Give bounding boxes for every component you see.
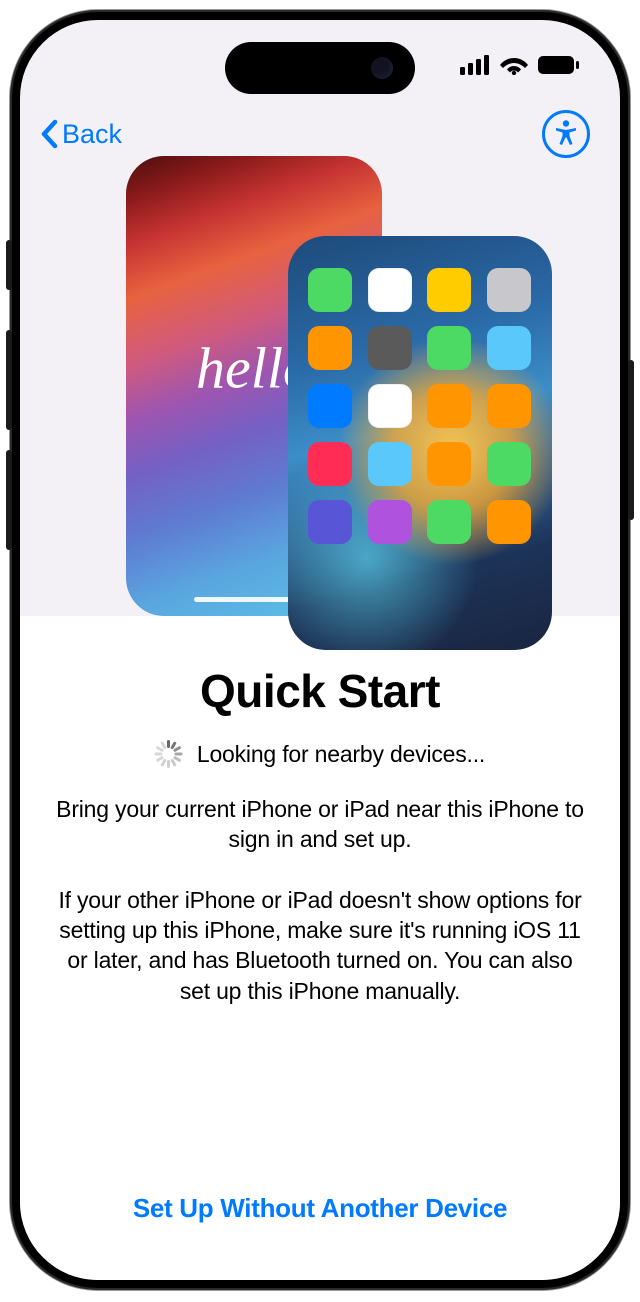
back-button[interactable]: Back xyxy=(38,118,122,150)
app-icon xyxy=(427,384,471,428)
app-icon xyxy=(308,384,352,428)
app-grid xyxy=(308,268,532,544)
content-panel: Quick Start Looking for nearby devices..… xyxy=(20,616,620,1280)
status-row: Looking for nearby devices... xyxy=(155,740,485,768)
app-icon xyxy=(487,500,531,544)
page-title: Quick Start xyxy=(200,664,440,718)
app-icon xyxy=(487,326,531,370)
dynamic-island xyxy=(225,42,415,94)
app-icon xyxy=(487,442,531,486)
volume-down-button xyxy=(6,450,12,550)
back-label: Back xyxy=(62,119,122,150)
phone-frame: Back hello Quick Start xyxy=(10,10,630,1290)
app-icon xyxy=(308,500,352,544)
apps-phone xyxy=(288,236,552,650)
nav-bar: Back xyxy=(20,104,620,164)
app-icon xyxy=(368,326,412,370)
mute-switch xyxy=(6,240,12,290)
body-text-secondary: If your other iPhone or iPad doesn't sho… xyxy=(50,885,590,1006)
app-icon xyxy=(308,442,352,486)
volume-up-button xyxy=(6,330,12,430)
spinner-icon xyxy=(155,740,183,768)
wifi-icon xyxy=(500,55,528,80)
chevron-left-icon xyxy=(38,118,60,150)
battery-icon xyxy=(538,55,580,80)
status-text: Looking for nearby devices... xyxy=(197,741,485,768)
app-icon xyxy=(427,268,471,312)
cellular-icon xyxy=(460,55,490,80)
app-icon xyxy=(368,442,412,486)
app-icon xyxy=(308,326,352,370)
accessibility-button[interactable] xyxy=(542,110,590,158)
hero-illustration: hello xyxy=(20,156,620,616)
app-icon xyxy=(487,268,531,312)
app-icon xyxy=(368,384,412,428)
side-button xyxy=(628,360,634,520)
app-icon xyxy=(487,384,531,428)
app-icon xyxy=(308,268,352,312)
app-icon xyxy=(427,500,471,544)
accessibility-icon xyxy=(551,117,581,152)
app-icon xyxy=(427,442,471,486)
app-icon xyxy=(427,326,471,370)
app-icon xyxy=(368,268,412,312)
setup-without-device-link[interactable]: Set Up Without Another Device xyxy=(133,1193,507,1224)
app-icon xyxy=(368,500,412,544)
body-text-primary: Bring your current iPhone or iPad near t… xyxy=(50,794,590,855)
screen: Back hello Quick Start xyxy=(20,20,620,1280)
